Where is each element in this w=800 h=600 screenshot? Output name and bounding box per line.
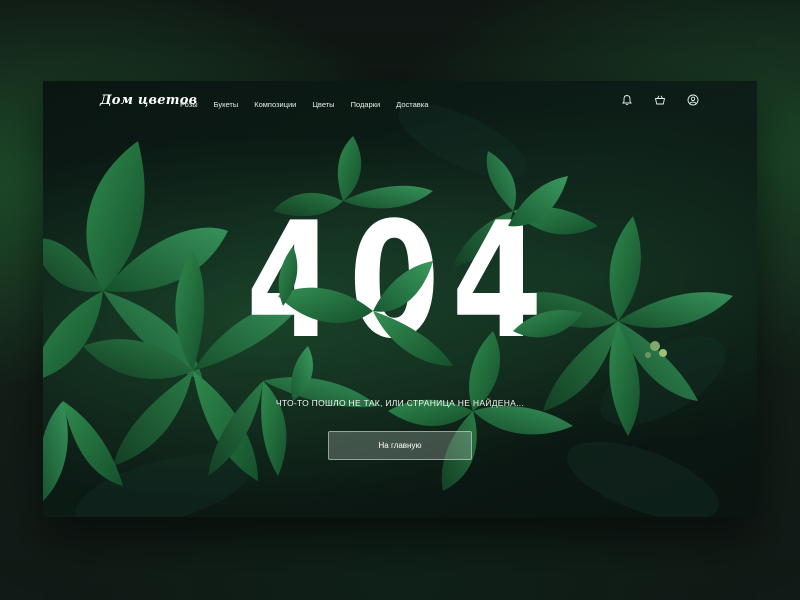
nav-icons — [621, 94, 720, 106]
error-code: 404 — [245, 187, 555, 374]
top-nav: Дом цветов Розы Букеты Композиции Цветы … — [43, 81, 757, 121]
nav-item-gifts[interactable]: Подарки — [351, 100, 381, 109]
basket-icon[interactable] — [654, 94, 666, 106]
error-message: ЧТО-ТО ПОШЛО НЕ ТАК, ИЛИ СТРАНИЦА НЕ НАЙ… — [275, 398, 525, 408]
nav-item-bouquets[interactable]: Букеты — [214, 100, 239, 109]
nav-item-compositions[interactable]: Композиции — [254, 100, 296, 109]
user-icon[interactable] — [687, 94, 699, 106]
nav-item-flowers[interactable]: Цветы — [312, 100, 334, 109]
nav-item-roses[interactable]: Розы — [180, 100, 198, 109]
page-frame: Дом цветов Розы Букеты Композиции Цветы … — [43, 81, 757, 517]
main-menu: Розы Букеты Композиции Цветы Подарки Дос… — [180, 100, 444, 109]
bell-icon[interactable] — [621, 94, 633, 106]
home-button[interactable]: На главную — [328, 431, 472, 460]
nav-item-delivery[interactable]: Доставка — [396, 100, 428, 109]
